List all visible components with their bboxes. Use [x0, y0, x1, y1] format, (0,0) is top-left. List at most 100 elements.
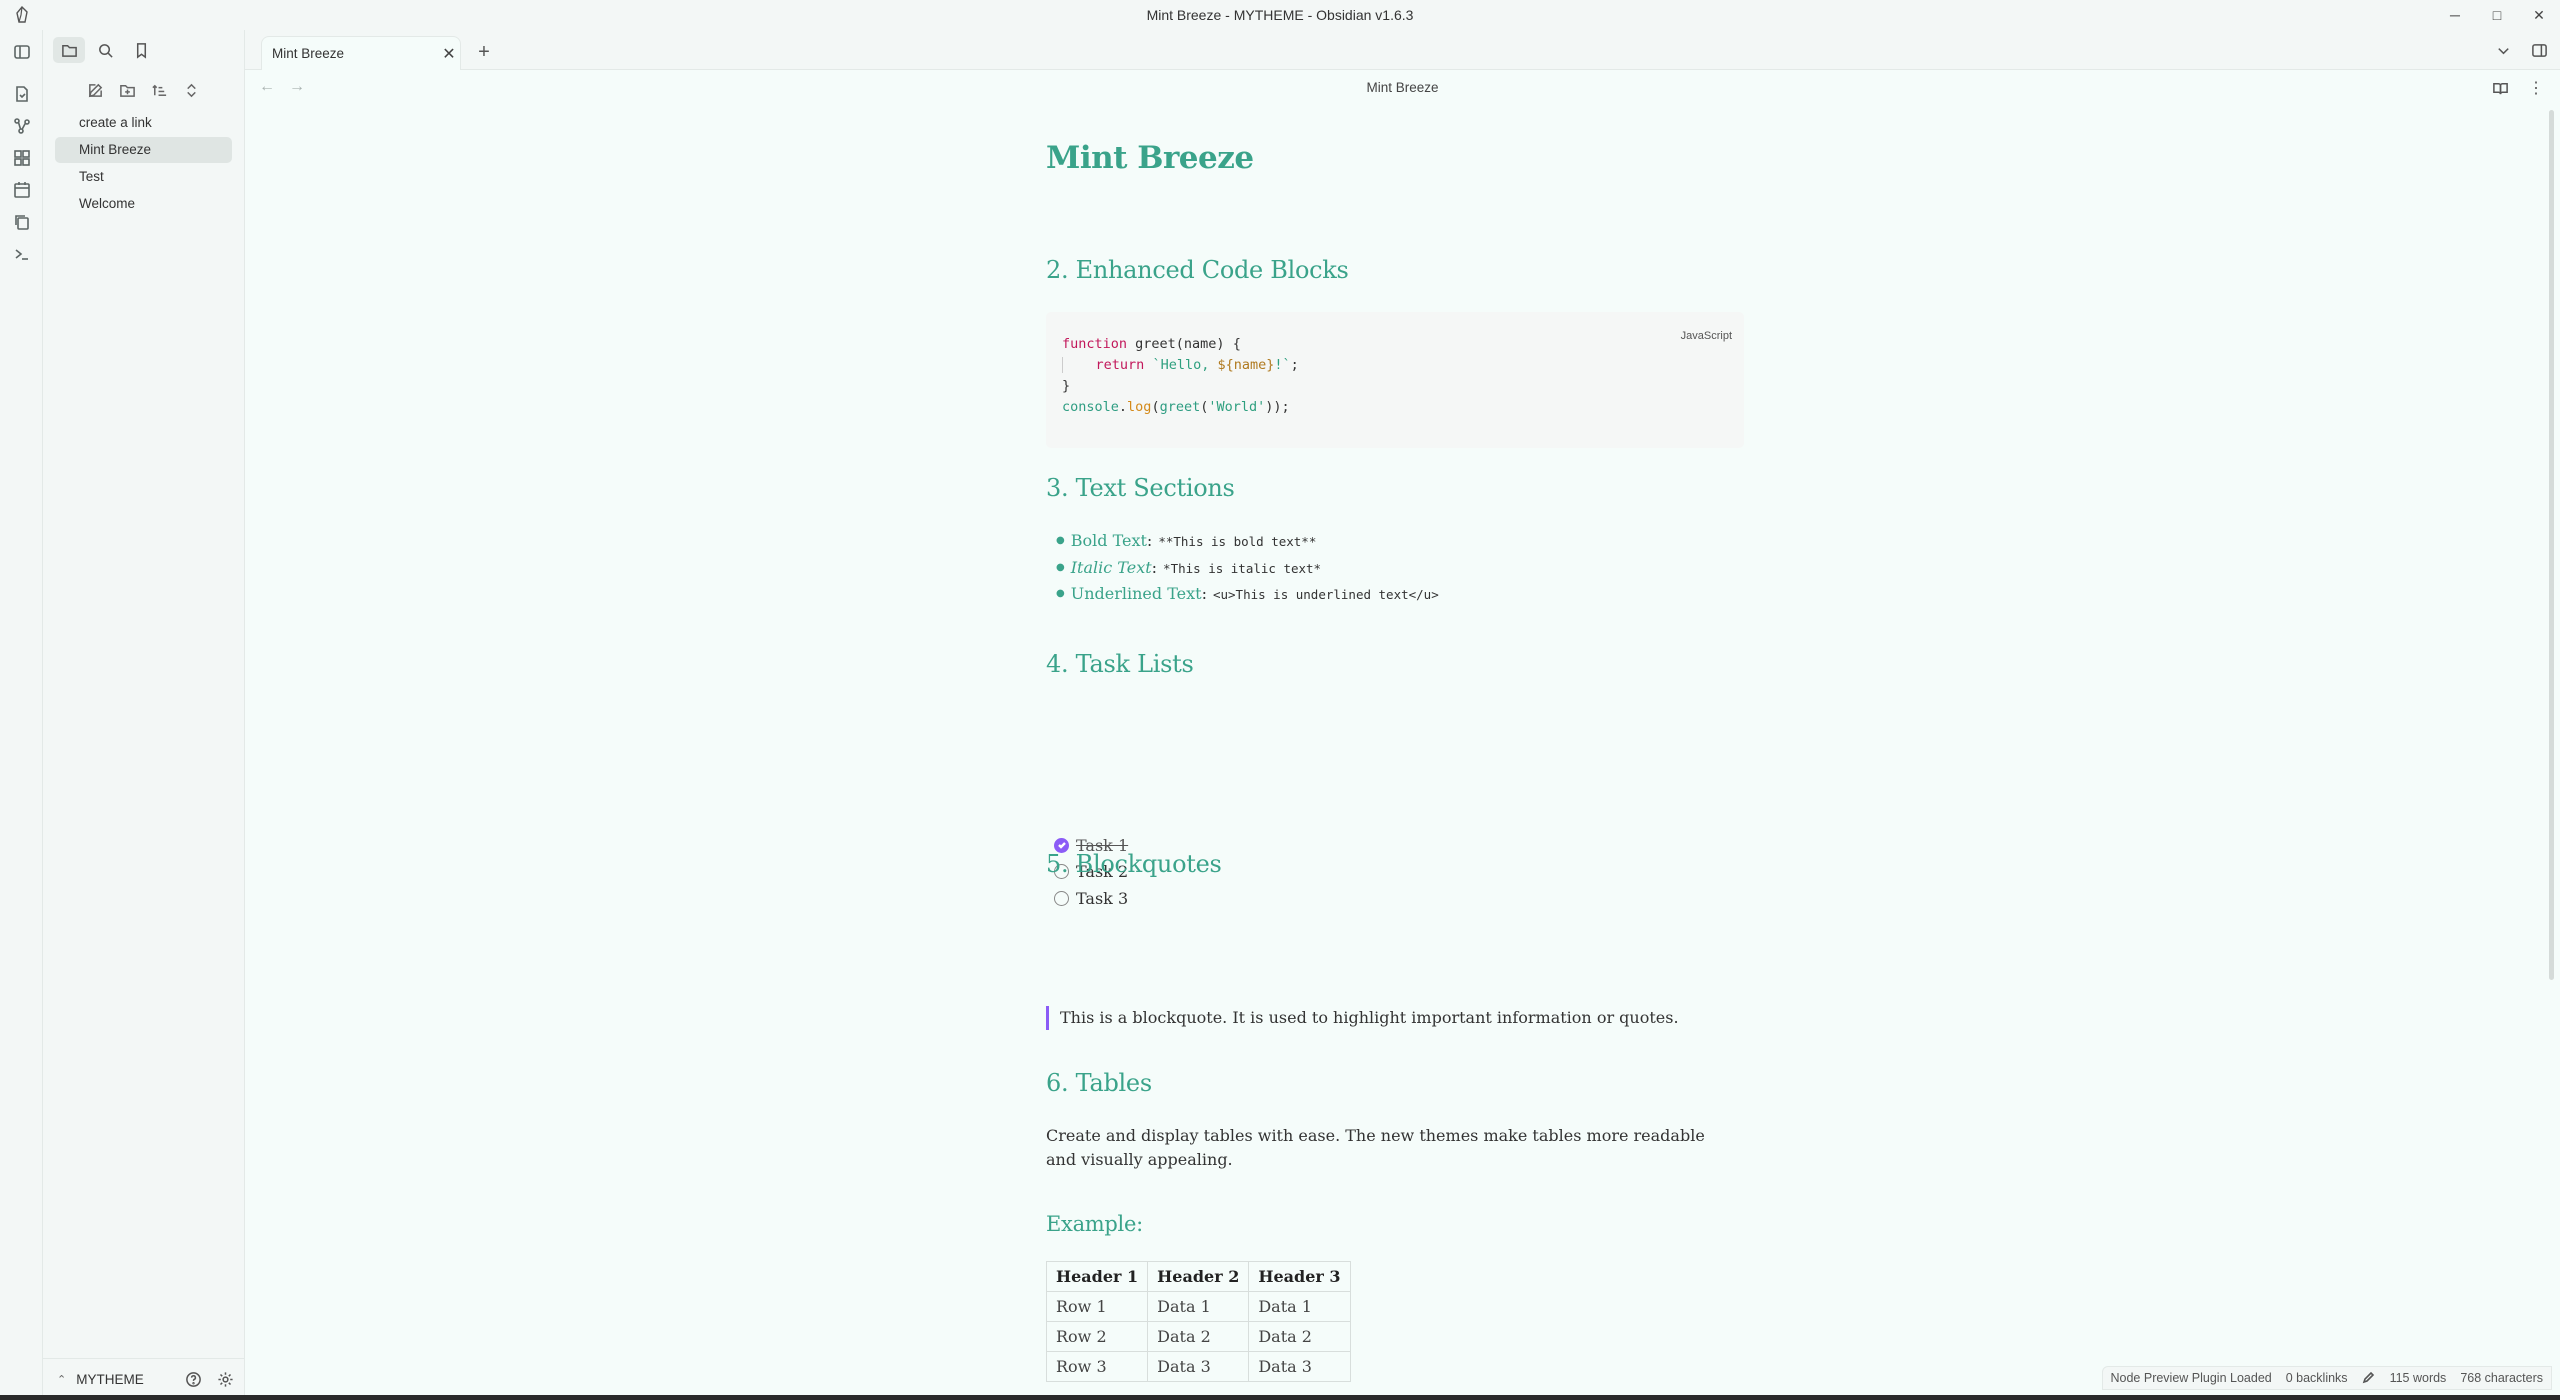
maximize-button[interactable]: □ — [2476, 0, 2518, 30]
scrollbar[interactable] — [2549, 110, 2554, 980]
vault-name: MYTHEME — [76, 1372, 144, 1387]
minimize-button[interactable]: ─ — [2434, 0, 2476, 30]
code-line: return `Hello, ${name}!`; — [1062, 355, 1728, 376]
table-cell: Data 3 — [1248, 1351, 1351, 1382]
check-icon — [1057, 842, 1066, 849]
close-window-button[interactable]: ✕ — [2518, 0, 2560, 30]
table-row: Row 1 Data 1 Data 1 — [1045, 1291, 1351, 1322]
bookmarks-tab[interactable] — [125, 37, 157, 63]
window-title: Mint Breeze - MYTHEME - Obsidian v1.6.3 — [1146, 7, 1414, 23]
status-bar: Node Preview Plugin Loaded 0 backlinks 1… — [2101, 1366, 2552, 1390]
view-header: ← → Mint Breeze ⋮ — [245, 70, 2560, 106]
task-label: Task 3 — [1076, 888, 1129, 908]
inline-code: *This is italic text* — [1163, 560, 1322, 576]
vault-switcher[interactable]: ⌃ MYTHEME — [43, 1358, 245, 1400]
table-header-cell: Header 1 — [1045, 1261, 1149, 1292]
help-button[interactable] — [181, 1368, 205, 1392]
code-block[interactable]: JavaScript function greet(name) { return… — [1046, 312, 1744, 448]
tab-bar: Mint Breeze ✕ + — [245, 30, 2560, 70]
heading-text-sections: 3. Text Sections — [1046, 474, 1235, 502]
status-backlinks[interactable]: 0 backlinks — [2286, 1371, 2348, 1385]
tab-list-button[interactable] — [2492, 39, 2514, 61]
reading-view-button[interactable] — [2490, 78, 2510, 98]
bullet-label: Bold Text — [1070, 531, 1147, 550]
help-icon — [185, 1372, 201, 1387]
chevrons-up-down-icon — [187, 83, 196, 97]
heading-blockquotes: 5. Blockquotes — [1046, 850, 1222, 878]
view-title[interactable]: Mint Breeze — [245, 80, 2560, 95]
obsidian-logo-icon[interactable] — [14, 5, 30, 24]
open-quick-switcher-button[interactable] — [0, 78, 43, 110]
bullet-colon: : — [1151, 557, 1158, 577]
chevron-down-icon — [2497, 47, 2509, 54]
file-item-mint-breeze[interactable]: Mint Breeze — [55, 137, 232, 163]
heading-enhanced-code-blocks: 2. Enhanced Code Blocks — [1046, 256, 1349, 284]
new-folder-button[interactable] — [115, 77, 141, 103]
example-table: Header 1 Header 2 Header 3 Row 1 Data 1 … — [1045, 1261, 1351, 1382]
table-cell: Data 1 — [1248, 1291, 1351, 1322]
settings-button[interactable] — [213, 1368, 237, 1392]
table-cell: Row 2 — [1045, 1321, 1149, 1352]
terminal-icon — [15, 249, 28, 260]
inline-code: **This is bold text** — [1158, 534, 1317, 549]
daily-notes-button[interactable] — [0, 174, 43, 206]
text-sections-list: ● Bold Text: **This is bold text** ● Italic… — [1056, 528, 1439, 608]
file-item-welcome[interactable]: Welcome — [55, 191, 232, 217]
heading-example: Example: — [1046, 1212, 1143, 1236]
right-sidebar-icon — [2531, 43, 2547, 57]
editing-mode-button[interactable] — [2362, 1370, 2376, 1387]
table-cell: Row 1 — [1045, 1291, 1149, 1322]
file-list: create a link Mint Breeze Test Welcome — [43, 110, 244, 217]
code-line: } — [1062, 378, 1071, 394]
status-word-count: 115 words — [2389, 1371, 2447, 1385]
tables-paragraph: Create and display tables with ease. The… — [1046, 1126, 1705, 1169]
title-bar: Mint Breeze - MYTHEME - Obsidian v1.6.3 … — [0, 0, 2560, 30]
taskbar-edge — [0, 1395, 2560, 1400]
toggle-sidebar-button[interactable] — [0, 34, 43, 70]
task-checkbox[interactable] — [1054, 890, 1069, 906]
table-header-cell: Header 3 — [1248, 1261, 1351, 1292]
file-item-test[interactable]: Test — [55, 164, 232, 190]
list-item: ● Underlined Text: <u>This is underlined t… — [1056, 584, 1439, 603]
canvas-button[interactable] — [0, 142, 43, 174]
task-item: Task 3 — [1054, 885, 1128, 912]
close-tab-icon[interactable]: ✕ — [438, 44, 460, 64]
note-title: Mint Breeze — [1046, 140, 1254, 176]
list-item: ● Italic Text: *This is italic text* — [1056, 557, 1322, 577]
search-icon — [98, 43, 113, 58]
file-item-create-a-link[interactable]: create a link — [55, 110, 232, 136]
list-item: ● Bold Text: **This is bold text** — [1056, 531, 1317, 550]
collapse-all-button[interactable] — [179, 77, 205, 103]
table-cell: Row 3 — [1045, 1351, 1149, 1382]
table-header-cell: Header 2 — [1147, 1261, 1250, 1292]
new-tab-button[interactable]: + — [471, 39, 497, 65]
files-tab[interactable] — [53, 37, 85, 63]
graph-view-button[interactable] — [0, 110, 43, 142]
toggle-right-sidebar-button[interactable] — [2528, 39, 2550, 61]
templates-button[interactable] — [0, 206, 43, 238]
canvas-grid-icon — [13, 150, 30, 166]
command-palette-button[interactable] — [0, 238, 43, 270]
new-note-button[interactable] — [83, 77, 109, 103]
gear-icon — [217, 1372, 233, 1387]
chevrons-updown-icon: ⌃ — [57, 1374, 67, 1386]
tab-mint-breeze[interactable]: Mint Breeze ✕ — [261, 36, 461, 70]
sort-button[interactable] — [147, 77, 173, 103]
search-tab[interactable] — [89, 37, 121, 63]
table-row: Row 3 Data 3 Data 3 — [1045, 1351, 1351, 1382]
status-character-count: 768 characters — [2460, 1371, 2543, 1385]
sort-icon — [152, 84, 167, 96]
folder-plus-icon — [120, 84, 135, 97]
tab-label: Mint Breeze — [272, 46, 345, 61]
more-options-button[interactable]: ⋮ — [2526, 78, 2546, 98]
code-line: function greet(name) { — [1062, 336, 1241, 352]
file-switch-icon — [15, 86, 28, 102]
left-ribbon — [0, 30, 43, 1400]
calendar-icon — [13, 182, 30, 198]
code-language-label: JavaScript — [1680, 330, 1732, 342]
table-cell: Data 1 — [1147, 1291, 1250, 1322]
table-header-row: Header 1 Header 2 Header 3 — [1045, 1261, 1351, 1292]
bookmark-icon — [136, 42, 146, 59]
graph-icon — [13, 118, 30, 134]
blockquote: This is a blockquote. It is used to high… — [1046, 1006, 1679, 1030]
